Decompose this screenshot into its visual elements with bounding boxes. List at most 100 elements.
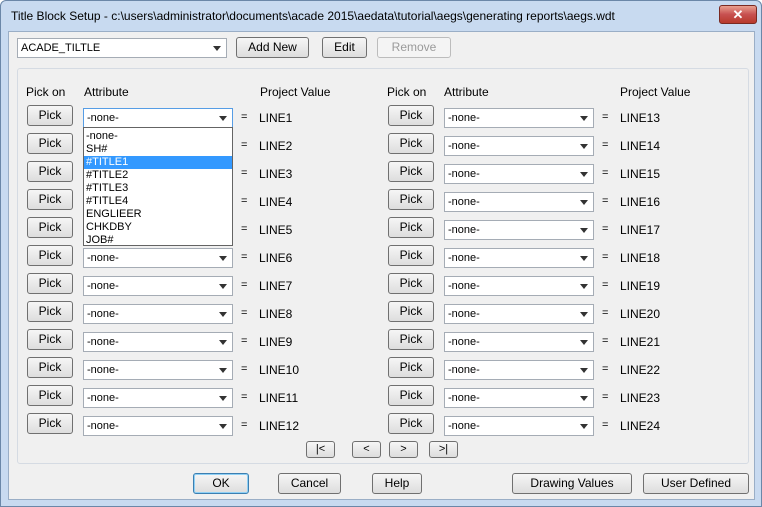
chevron-down-icon — [219, 312, 227, 317]
previous-page-button[interactable]: < — [352, 441, 381, 458]
pick-button-7[interactable]: Pick — [27, 273, 73, 294]
attribute-select-17[interactable]: -none- — [444, 220, 594, 240]
attribute-select-13[interactable]: -none- — [444, 108, 594, 128]
pick-button-23[interactable]: Pick — [388, 385, 434, 406]
pick-button-20[interactable]: Pick — [388, 301, 434, 322]
title-block-select[interactable]: ACADE_TILTLE — [17, 38, 227, 58]
attribute-select-23[interactable]: -none- — [444, 388, 594, 408]
equals-sign: = — [241, 335, 248, 347]
attribute-select-value: -none- — [448, 420, 480, 432]
attribute-select-8[interactable]: -none- — [83, 304, 233, 324]
dropdown-option[interactable]: ENGLIEER — [84, 208, 232, 221]
pick-button-18[interactable]: Pick — [388, 245, 434, 266]
chevron-down-icon — [219, 116, 227, 121]
last-page-button[interactable]: >| — [429, 441, 458, 458]
pick-button-9[interactable]: Pick — [27, 329, 73, 350]
add-new-button[interactable]: Add New — [236, 37, 309, 58]
dropdown-option[interactable]: #TITLE4 — [84, 195, 232, 208]
project-value-5: LINE5 — [259, 223, 293, 237]
project-value-12: LINE12 — [259, 419, 300, 433]
dialog-client-area: ACADE_TILTLE Add New Edit Remove Pick on… — [8, 31, 755, 500]
chevron-down-icon — [580, 228, 588, 233]
chevron-down-icon — [219, 256, 227, 261]
chevron-down-icon — [580, 396, 588, 401]
drawing-values-button[interactable]: Drawing Values — [512, 473, 632, 494]
dropdown-option[interactable]: CHKDBY — [84, 221, 232, 234]
equals-sign: = — [602, 307, 609, 319]
first-page-button[interactable]: |< — [306, 441, 335, 458]
attribute-select-18[interactable]: -none- — [444, 248, 594, 268]
pick-button-8[interactable]: Pick — [27, 301, 73, 322]
attribute-select-value: -none- — [448, 336, 480, 348]
pick-button-21[interactable]: Pick — [388, 329, 434, 350]
project-value-7: LINE7 — [259, 279, 293, 293]
pick-button-16[interactable]: Pick — [388, 189, 434, 210]
attribute-select-20[interactable]: -none- — [444, 304, 594, 324]
attribute-select-10[interactable]: -none- — [83, 360, 233, 380]
dropdown-option[interactable]: #TITLE1 — [84, 156, 232, 169]
pick-button-14[interactable]: Pick — [388, 133, 434, 154]
project-value-24: LINE24 — [620, 419, 661, 433]
chevron-down-icon — [219, 424, 227, 429]
pick-button-4[interactable]: Pick — [27, 189, 73, 210]
attribute-select-14[interactable]: -none- — [444, 136, 594, 156]
attribute-select-15[interactable]: -none- — [444, 164, 594, 184]
pick-button-10[interactable]: Pick — [27, 357, 73, 378]
attribute-select-7[interactable]: -none- — [83, 276, 233, 296]
attribute-select-16[interactable]: -none- — [444, 192, 594, 212]
pick-button-17[interactable]: Pick — [388, 217, 434, 238]
pick-button-15[interactable]: Pick — [388, 161, 434, 182]
attribute-dropdown-list[interactable]: -none- SH# #TITLE1 #TITLE2 #TITLE3 #TITLE4 ENG… — [83, 127, 233, 246]
pick-button-22[interactable]: Pick — [388, 357, 434, 378]
dropdown-option[interactable]: JOB# — [84, 234, 232, 247]
attribute-select-22[interactable]: -none- — [444, 360, 594, 380]
dropdown-option[interactable]: SH# — [84, 143, 232, 156]
next-page-button[interactable]: > — [389, 441, 418, 458]
pick-button-1[interactable]: Pick — [27, 105, 73, 126]
dropdown-option[interactable]: -none- — [84, 130, 232, 143]
equals-sign: = — [602, 391, 609, 403]
equals-sign: = — [602, 139, 609, 151]
chevron-down-icon — [219, 396, 227, 401]
title-bar[interactable]: Title Block Setup - c:\users\administrat… — [1, 1, 761, 31]
remove-button[interactable]: Remove — [377, 37, 451, 58]
pick-button-2[interactable]: Pick — [27, 133, 73, 154]
attribute-select-value: -none- — [87, 364, 119, 376]
help-button[interactable]: Help — [372, 473, 422, 494]
attribute-select-value: -none- — [87, 420, 119, 432]
pick-button-6[interactable]: Pick — [27, 245, 73, 266]
attribute-select-6[interactable]: -none- — [83, 248, 233, 268]
project-value-6: LINE6 — [259, 251, 293, 265]
project-value-22: LINE22 — [620, 363, 661, 377]
attribute-select-11[interactable]: -none- — [83, 388, 233, 408]
equals-sign: = — [602, 419, 609, 431]
ok-button[interactable]: OK — [193, 473, 249, 494]
dropdown-option[interactable]: #TITLE2 — [84, 169, 232, 182]
pick-button-3[interactable]: Pick — [27, 161, 73, 182]
attribute-select-1[interactable]: -none- — [83, 108, 233, 128]
pick-button-13[interactable]: Pick — [388, 105, 434, 126]
attribute-select-9[interactable]: -none- — [83, 332, 233, 352]
close-button[interactable]: ✕ — [719, 5, 757, 24]
equals-sign: = — [241, 251, 248, 263]
pick-button-24[interactable]: Pick — [388, 413, 434, 434]
project-value-16: LINE16 — [620, 195, 661, 209]
equals-sign: = — [241, 111, 248, 123]
dropdown-option[interactable]: #TITLE3 — [84, 182, 232, 195]
project-value-2: LINE2 — [259, 139, 293, 153]
attribute-select-21[interactable]: -none- — [444, 332, 594, 352]
attribute-select-24[interactable]: -none- — [444, 416, 594, 436]
user-defined-button[interactable]: User Defined — [643, 473, 749, 494]
attribute-select-12[interactable]: -none- — [83, 416, 233, 436]
attribute-select-value: -none- — [448, 196, 480, 208]
pick-button-12[interactable]: Pick — [27, 413, 73, 434]
pick-button-11[interactable]: Pick — [27, 385, 73, 406]
project-value-23: LINE23 — [620, 391, 661, 405]
cancel-button[interactable]: Cancel — [278, 473, 341, 494]
attribute-select-19[interactable]: -none- — [444, 276, 594, 296]
pick-button-5[interactable]: Pick — [27, 217, 73, 238]
attribute-select-value: -none- — [448, 364, 480, 376]
chevron-down-icon — [580, 144, 588, 149]
pick-button-19[interactable]: Pick — [388, 273, 434, 294]
edit-button[interactable]: Edit — [322, 37, 367, 58]
